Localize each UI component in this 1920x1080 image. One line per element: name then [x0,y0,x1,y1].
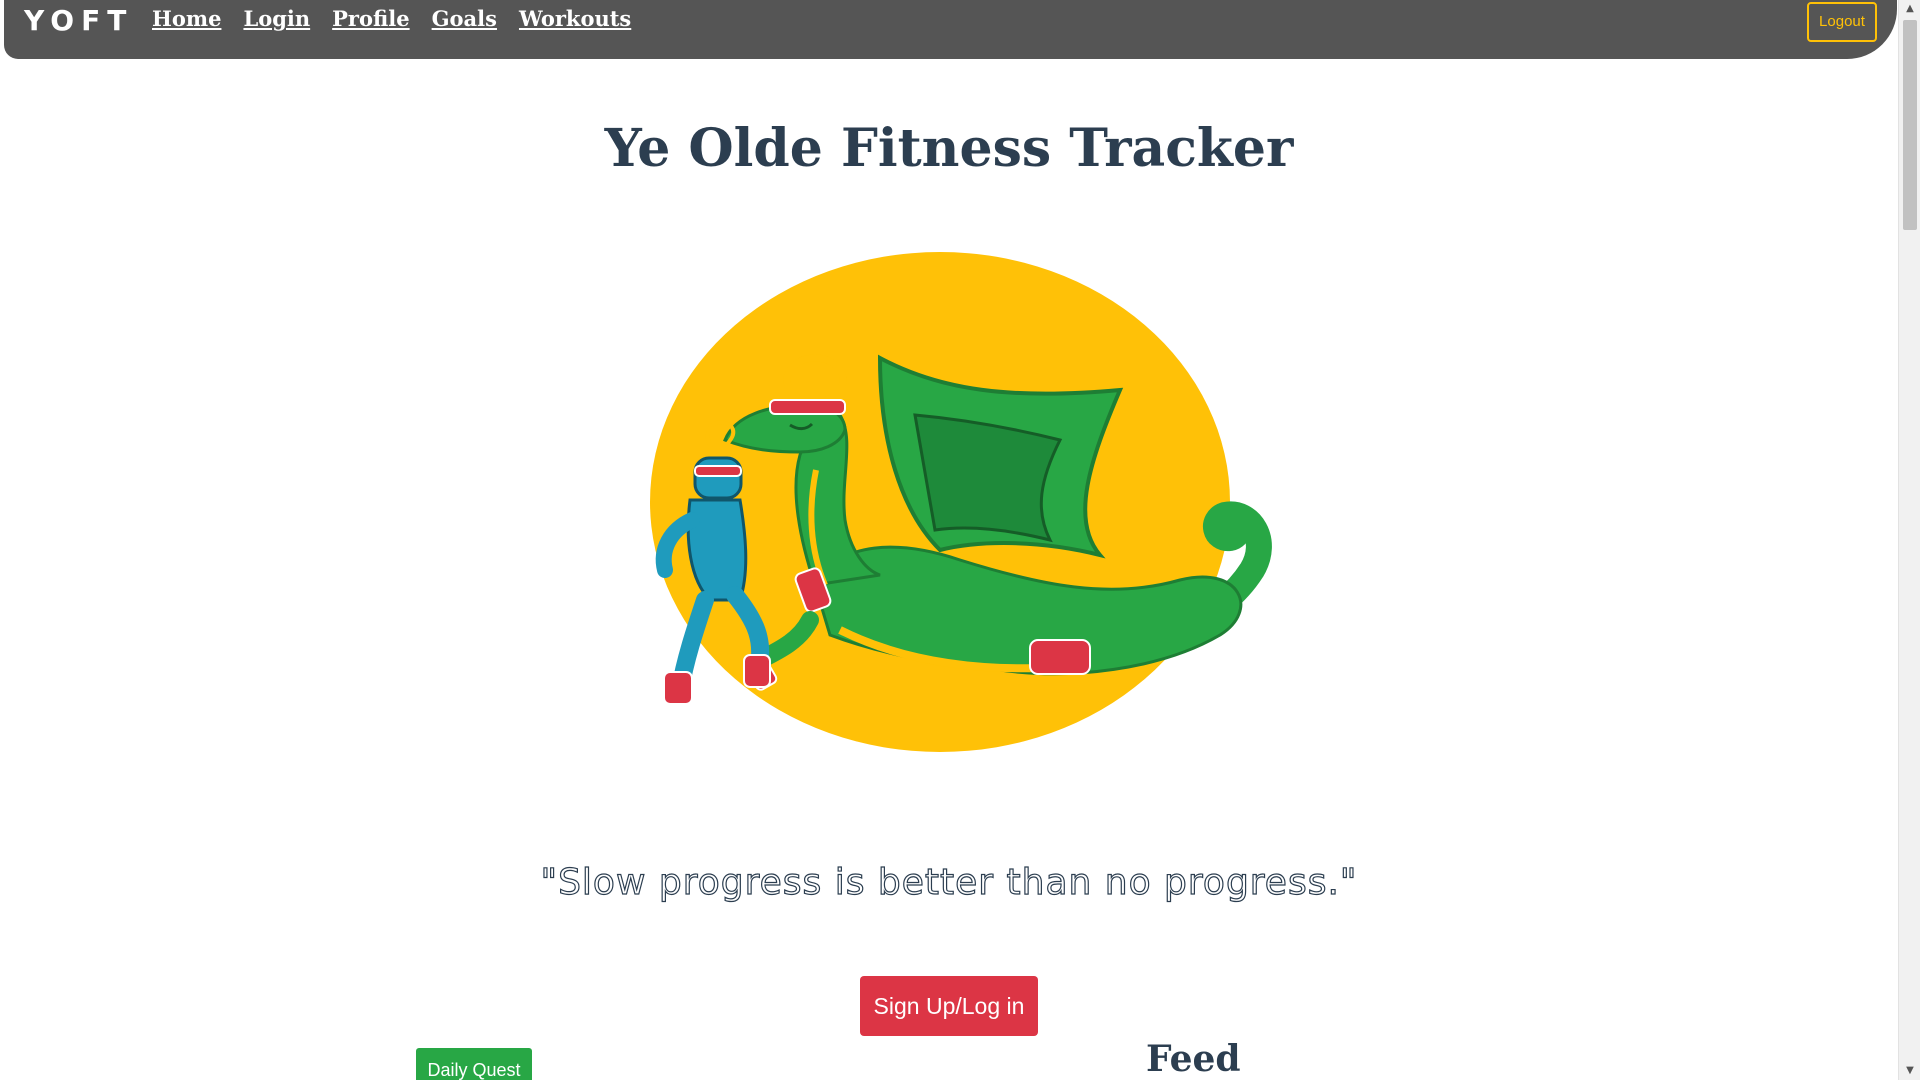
daily-quest-button[interactable]: Daily Quest [416,1048,532,1080]
feed-heading: Feed [1146,1038,1241,1080]
motivational-quote: "Slow progress is better than no progres… [540,861,1358,903]
nav-link-profile[interactable]: Profile [332,6,409,31]
dragon-back-warmer [1029,639,1091,675]
nav-links: Home Login Profile Goals Workouts [152,6,631,31]
scroll-up-icon[interactable]: ▲ [1899,0,1920,18]
signup-login-button[interactable]: Sign Up/Log in [860,976,1038,1036]
page-scrollbar[interactable]: ▲ ▼ [1898,0,1920,1080]
nav-link-workouts[interactable]: Workouts [519,6,631,31]
dragon-knight-illustration [650,252,1272,752]
page-title: Ye Olde Fitness Tracker [604,118,1294,179]
nav-link-login[interactable]: Login [243,6,310,31]
nav-link-goals[interactable]: Goals [432,6,497,31]
scroll-thumb[interactable] [1903,20,1917,230]
brand-logo[interactable]: YOFT [24,4,133,37]
top-navbar: YOFT Home Login Profile Goals Workouts L… [4,0,1897,59]
dragon-wing-inner [913,413,1063,543]
page-viewport: YOFT Home Login Profile Goals Workouts L… [0,0,1898,1080]
dragon-headband [769,399,846,415]
nav-link-home[interactable]: Home [152,6,221,31]
logout-button[interactable]: Logout [1807,2,1877,42]
scroll-down-icon[interactable]: ▼ [1899,1062,1920,1080]
